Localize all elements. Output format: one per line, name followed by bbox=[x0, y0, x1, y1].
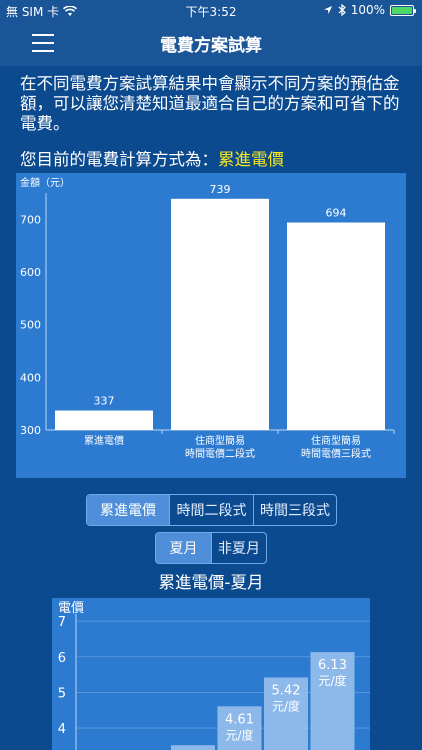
rate-chart-title: 累進電價-夏月 bbox=[158, 573, 264, 592]
x-tick-label: 住商型簡易 bbox=[195, 434, 245, 447]
y-tick-label: 7 bbox=[58, 615, 66, 630]
tab-plan-progressive[interactable]: 累進電價 bbox=[87, 495, 170, 525]
battery-percent: 100% bbox=[350, 3, 385, 17]
x-tick-label: 住商型簡易 bbox=[311, 434, 361, 447]
cost-comparison-chart: 金額（元） 300 400 500 600 700 337 累進電價 739 住商型簡易 時間電價二… bbox=[16, 173, 406, 478]
status-bar: 無 SIM 卡 下午3:52 100% bbox=[0, 0, 422, 20]
bar-unit-label: 元/度 bbox=[225, 727, 253, 742]
menu-icon[interactable] bbox=[32, 34, 54, 52]
y-tick-label: 300 bbox=[20, 424, 41, 437]
current-method: 您目前的電費計算方式為：累進電價 bbox=[20, 146, 284, 170]
bar-value-label: 337 bbox=[94, 395, 115, 408]
bar-value-label: 694 bbox=[326, 206, 347, 219]
y-tick-label: 5 bbox=[58, 686, 66, 701]
page-title: 電費方案試算 bbox=[160, 35, 262, 56]
current-method-label: 您目前的電費計算方式為： bbox=[20, 150, 218, 169]
plan-segmented-control: 累進電價 時間二段式 時間三段式 bbox=[86, 494, 337, 526]
bar-value-label: 739 bbox=[210, 183, 231, 196]
bar bbox=[287, 222, 385, 430]
rate-chart: 電價345673.52元/度4.61元/度5.42元/度6.13元/度 bbox=[52, 598, 370, 750]
bluetooth-icon bbox=[338, 4, 346, 16]
y-tick-label: 4 bbox=[58, 722, 66, 737]
x-tick-label: 時間電價三段式 bbox=[301, 447, 371, 460]
tab-season-summer[interactable]: 夏月 bbox=[156, 533, 212, 563]
bar-value-label: 5.42 bbox=[272, 683, 301, 698]
y-tick-label: 600 bbox=[20, 266, 41, 279]
rate-chart-svg: 電價345673.52元/度4.61元/度5.42元/度6.13元/度 bbox=[58, 601, 370, 750]
bar bbox=[55, 410, 153, 430]
bar bbox=[171, 745, 215, 750]
location-icon bbox=[323, 6, 332, 14]
bar-value-label: 6.13 bbox=[318, 658, 347, 673]
battery-icon bbox=[390, 4, 416, 16]
y-tick-label: 500 bbox=[20, 319, 41, 332]
x-tick-label: 時間電價二段式 bbox=[185, 447, 255, 460]
tab-season-non-summer[interactable]: 非夏月 bbox=[212, 533, 266, 563]
bar-unit-label: 元/度 bbox=[272, 698, 300, 713]
y-axis-label: 金額（元） bbox=[20, 176, 70, 189]
nav-bar: 電費方案試算 bbox=[0, 20, 422, 66]
bar bbox=[171, 198, 269, 430]
cost-comparison-svg: 金額（元）300400500600700337累進電價739住商型簡易時間電價二… bbox=[20, 176, 395, 460]
tab-plan-two-stage[interactable]: 時間二段式 bbox=[170, 495, 254, 525]
y-tick-label: 700 bbox=[20, 213, 41, 226]
y-tick-label: 400 bbox=[20, 371, 41, 384]
y-tick-label: 6 bbox=[58, 651, 66, 666]
current-method-value: 累進電價 bbox=[218, 150, 284, 169]
y-axis-label: 電價 bbox=[58, 601, 84, 616]
tab-plan-three-stage[interactable]: 時間三段式 bbox=[254, 495, 336, 525]
bar-unit-label: 元/度 bbox=[318, 673, 346, 688]
intro-text: 在不同電費方案試算結果中會顯示不同方案的預估金額，可以讓您清楚知道最適合自己的方… bbox=[20, 74, 400, 133]
x-tick-label: 累進電價 bbox=[84, 434, 124, 447]
season-segmented-control: 夏月 非夏月 bbox=[155, 532, 267, 564]
bar-value-label: 4.61 bbox=[225, 712, 254, 727]
